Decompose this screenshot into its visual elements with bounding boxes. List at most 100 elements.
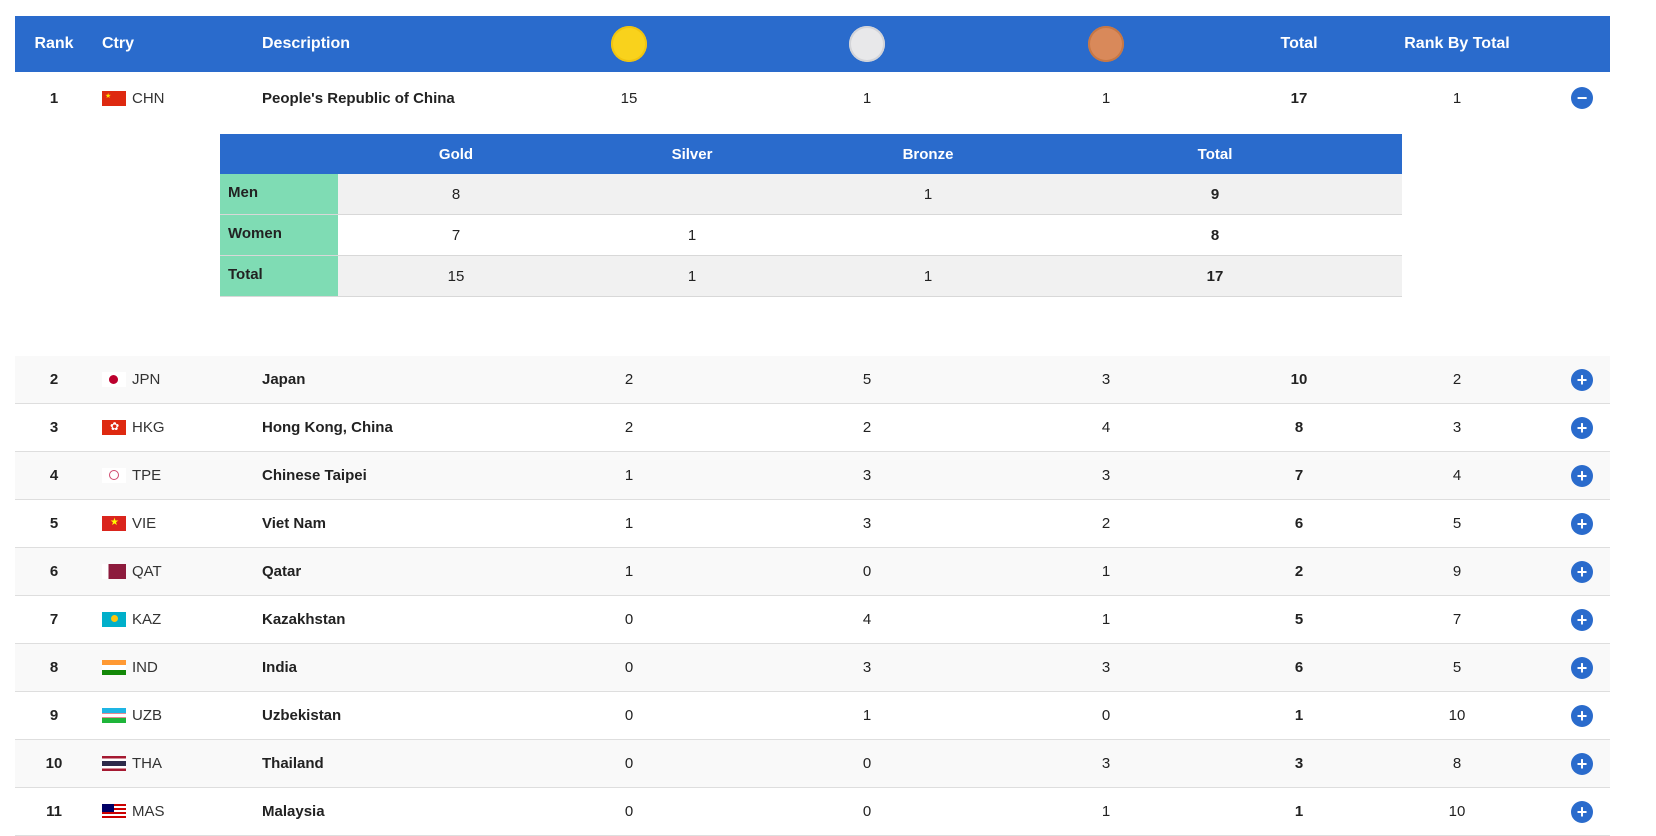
breakdown-silver: 1 [687, 226, 697, 244]
table-row[interactable]: 5 ★ VIE Viet Nam 1 3 2 6 5 + [15, 500, 1610, 548]
breakdown-label: Men [220, 174, 338, 214]
header-description: Description [262, 35, 351, 52]
country-code: HKG [132, 419, 165, 436]
expand-icon[interactable]: + [1571, 752, 1593, 775]
table-row-chn[interactable]: 1 ★ CHN People's Republic of China 15 1 … [15, 72, 1610, 124]
total-count: 5 [1294, 611, 1304, 628]
table-header: Rank Ctry Description Total Rank By Tota… [15, 16, 1610, 72]
silver-count: 3 [862, 467, 872, 484]
country-code: QAT [132, 563, 162, 580]
bronze-count: 4 [1101, 419, 1111, 436]
country-name: Kazakhstan [262, 611, 346, 628]
total-count: 3 [1294, 755, 1304, 772]
rank-by-total: 1 [1452, 89, 1462, 107]
expand-icon[interactable]: + [1571, 608, 1593, 631]
breakdown-row-men: Men 8 1 9 [220, 174, 1402, 215]
rank-by-total: 3 [1452, 419, 1462, 436]
silver-count: 2 [862, 419, 872, 436]
total-count: 8 [1294, 419, 1304, 436]
country-code: VIE [132, 515, 157, 532]
gold-count: 1 [624, 515, 634, 532]
rank-cell: 9 [49, 707, 59, 724]
collapse-icon[interactable]: − [1571, 87, 1593, 109]
rank-by-total: 10 [1448, 803, 1466, 820]
rank-cell: 7 [49, 611, 59, 628]
breakdown-header-gold: Gold [438, 145, 474, 163]
country-code: IND [132, 659, 158, 676]
row-detail-chn: Gold Silver Bronze Total Men 8 1 9 Women… [15, 124, 1610, 356]
breakdown-label: Women [220, 215, 338, 255]
country-name: Hong Kong, China [262, 419, 393, 436]
bronze-count: 1 [1101, 803, 1111, 820]
country-code: TPE [132, 467, 162, 484]
flag-jpn-icon [102, 372, 126, 387]
expand-icon[interactable]: + [1571, 464, 1593, 487]
total-count: 17 [1290, 89, 1308, 107]
expand-icon[interactable]: + [1571, 560, 1593, 583]
breakdown-bronze [810, 215, 1046, 255]
breakdown-header-total: Total [1197, 145, 1233, 163]
silver-count: 5 [862, 371, 872, 388]
breakdown-silver [574, 174, 810, 214]
gold-count: 15 [620, 89, 638, 107]
country-name: India [262, 659, 298, 676]
rank-cell: 4 [49, 467, 59, 484]
rank-by-total: 10 [1448, 707, 1466, 724]
table-row[interactable]: 11 MAS Malaysia 0 0 1 1 10 + [15, 788, 1610, 836]
gender-breakdown-table: Gold Silver Bronze Total Men 8 1 9 Women… [220, 134, 1402, 297]
expand-icon[interactable]: + [1571, 800, 1593, 823]
gold-count: 0 [624, 803, 634, 820]
silver-count: 0 [862, 755, 872, 772]
country-code: CHN [132, 89, 165, 107]
country-name: Qatar [262, 563, 302, 580]
bronze-count: 1 [1101, 89, 1111, 107]
country-cell: ★ CHN [102, 72, 252, 124]
gold-count: 1 [624, 563, 634, 580]
expand-icon[interactable]: + [1571, 704, 1593, 727]
bronze-count: 3 [1101, 467, 1111, 484]
total-count: 7 [1294, 467, 1304, 484]
bronze-count: 3 [1101, 371, 1111, 388]
gold-count: 0 [624, 755, 634, 772]
table-row[interactable]: 6 QAT Qatar 1 0 1 2 9 + [15, 548, 1610, 596]
breakdown-header: Gold Silver Bronze Total [220, 134, 1402, 174]
total-count: 6 [1294, 515, 1304, 532]
table-row[interactable]: 9 UZB Uzbekistan 0 1 0 1 10 + [15, 692, 1610, 740]
rank-by-total: 9 [1452, 563, 1462, 580]
rank-by-total: 4 [1452, 467, 1462, 484]
rank-cell: 11 [46, 803, 62, 820]
total-count: 1 [1294, 803, 1304, 820]
flag-tha-icon [102, 756, 126, 771]
gold-count: 2 [624, 419, 634, 436]
expand-icon[interactable]: + [1571, 368, 1593, 391]
silver-count: 0 [862, 563, 872, 580]
country-code: MAS [132, 803, 165, 820]
breakdown-total: 8 [1210, 226, 1220, 244]
country-code: UZB [132, 707, 162, 724]
rank-by-total: 2 [1452, 371, 1462, 388]
silver-count: 4 [862, 611, 872, 628]
rank-cell: 8 [49, 659, 59, 676]
breakdown-gold: 8 [451, 185, 461, 203]
flag-hkg-icon: ✿ [102, 420, 126, 435]
flag-chn-icon: ★ [102, 90, 126, 106]
silver-medal-icon [805, 16, 929, 72]
bronze-count: 3 [1101, 659, 1111, 676]
table-row[interactable]: 2 JPN Japan 2 5 3 10 2 + [15, 356, 1610, 404]
table-row[interactable]: 8 IND India 0 3 3 6 5 + [15, 644, 1610, 692]
total-count: 1 [1294, 707, 1304, 724]
total-count: 10 [1290, 371, 1308, 388]
silver-count: 3 [862, 659, 872, 676]
table-row[interactable]: 4 TPE Chinese Taipei 1 3 3 7 4 + [15, 452, 1610, 500]
table-row[interactable]: 3 ✿ HKG Hong Kong, China 2 2 4 8 3 + [15, 404, 1610, 452]
table-row[interactable]: 7 KAZ Kazakhstan 0 4 1 5 7 + [15, 596, 1610, 644]
header-rank-by-total: Rank By Total [1404, 35, 1510, 52]
expand-icon[interactable]: + [1571, 656, 1593, 679]
expand-icon[interactable]: + [1571, 416, 1593, 439]
expand-icon[interactable]: + [1571, 512, 1593, 535]
country-name: Thailand [262, 755, 324, 772]
country-name: Japan [262, 371, 306, 388]
country-code: JPN [132, 371, 161, 388]
table-row[interactable]: 10 THA Thailand 0 0 3 3 8 + [15, 740, 1610, 788]
breakdown-gold: 15 [447, 267, 465, 285]
